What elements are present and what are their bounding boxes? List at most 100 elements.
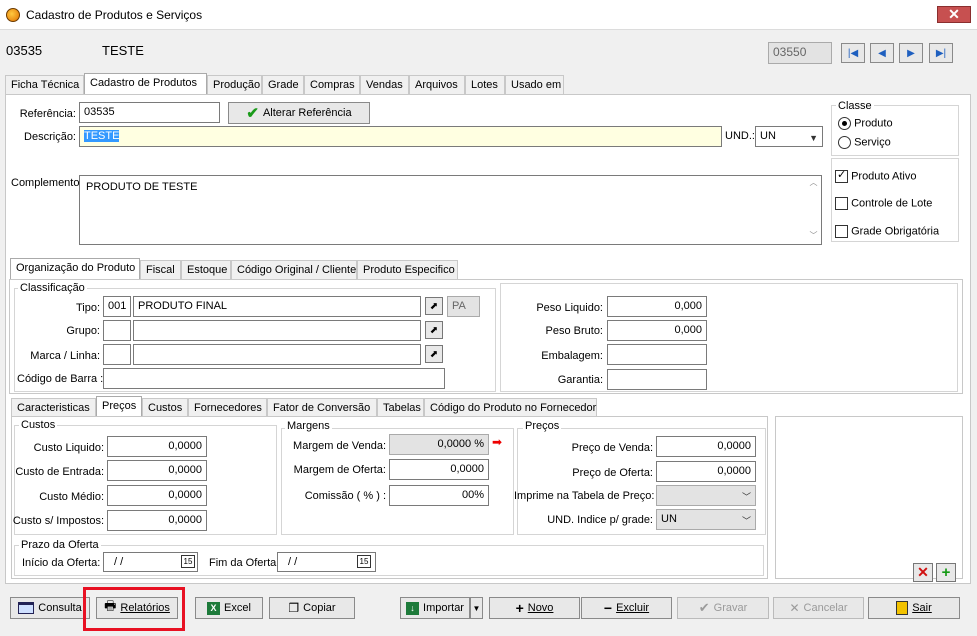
tab-codigo-original[interactable]: Código Original / Cliente [231, 260, 357, 279]
plus-icon: + [515, 600, 524, 616]
consulta-button[interactable]: Consulta [10, 597, 90, 619]
copiar-button[interactable]: ❐ Copiar [269, 597, 355, 619]
close-button[interactable]: ✕ [937, 6, 971, 23]
remove-image-icon[interactable]: ✕ [913, 563, 933, 582]
marca-name-field[interactable] [133, 344, 421, 365]
radio-produto[interactable]: Produto [838, 117, 893, 130]
codigo-barra-field[interactable] [103, 368, 445, 389]
tab-estoque[interactable]: Estoque [181, 260, 231, 279]
radio-servico-icon[interactable] [838, 136, 851, 149]
tab-vendas[interactable]: Vendas [360, 75, 409, 94]
tipo-lookup-icon[interactable]: ⬈ [425, 297, 443, 315]
tab-codigo-fornecedor[interactable]: Código do Produto no Fornecedor [424, 398, 597, 417]
tab-fiscal[interactable]: Fiscal [140, 260, 181, 279]
custo-liquido-label: Custo Liquido: [33, 442, 104, 454]
margem-calc-icon[interactable]: ➡ [492, 435, 512, 453]
und-grade-select[interactable]: UN ﹀ [656, 509, 756, 530]
alterar-referencia-button[interactable]: ✔ Alterar Referência [228, 102, 370, 124]
grupo-code-field[interactable] [103, 320, 131, 341]
grupo-lookup-icon[interactable]: ⬈ [425, 321, 443, 339]
last-record-icon[interactable]: ▶| [929, 43, 953, 63]
tab-arquivos[interactable]: Arquivos [409, 75, 465, 94]
previous-record-icon[interactable]: ◀ [870, 43, 894, 63]
custo-liquido-field[interactable]: 0,0000 [107, 436, 207, 457]
next-record-icon[interactable]: ▶ [899, 43, 923, 63]
calendar-icon[interactable]: 15 [181, 555, 195, 568]
checkbox-controle-lote[interactable]: Controle de Lote [835, 197, 932, 210]
product-image-area[interactable] [775, 416, 963, 579]
check-icon: ✔ [698, 600, 710, 615]
tab-ficha-tecnica[interactable]: Ficha Técnica [5, 75, 84, 94]
tab-tabelas[interactable]: Tabelas [377, 398, 424, 417]
gravar-label: Gravar [713, 602, 748, 614]
checkbox-icon[interactable] [835, 225, 848, 238]
add-image-icon[interactable]: + [936, 563, 956, 582]
sair-button[interactable]: Sair [868, 597, 960, 619]
precos-title: Preços [523, 420, 562, 432]
inicio-oferta-value: / / [114, 556, 124, 568]
scroll-up-icon[interactable]: ︿ [807, 177, 820, 188]
complemento-textarea[interactable]: PRODUTO DE TESTE [79, 175, 822, 245]
checkbox-grade-obrigatoria[interactable]: Grade Obrigatória [835, 225, 939, 238]
margem-oferta-field[interactable]: 0,0000 [389, 459, 489, 480]
radio-servico-label: Serviço [854, 136, 891, 149]
tab-fator-conversao[interactable]: Fator de Conversão [267, 398, 377, 417]
und-select[interactable]: UN ▼ [755, 126, 823, 147]
embalagem-label: Embalagem: [541, 350, 603, 362]
novo-button[interactable]: + Novo [489, 597, 580, 619]
cancel-icon: ✕ [789, 601, 800, 615]
excel-button[interactable]: X Excel [195, 597, 263, 619]
tab-lotes[interactable]: Lotes [465, 75, 505, 94]
gravar-button[interactable]: ✔ Gravar [677, 597, 769, 619]
tab-producao[interactable]: Produção [207, 75, 262, 94]
peso-liquido-field[interactable]: 0,000 [607, 296, 707, 317]
radio-produto-icon[interactable] [838, 117, 851, 130]
consulta-label: Consulta [38, 602, 82, 614]
marca-code-field[interactable] [103, 344, 131, 365]
radio-servico[interactable]: Serviço [838, 136, 891, 149]
tab-compras[interactable]: Compras [304, 75, 360, 94]
comissao-field[interactable]: 00% [389, 485, 489, 506]
peso-bruto-field[interactable]: 0,000 [607, 320, 707, 341]
scroll-down-icon[interactable]: ﹀ [807, 230, 820, 241]
grupo-name-field[interactable] [133, 320, 421, 341]
imprime-tabela-select[interactable]: ﹀ [656, 485, 756, 506]
custo-medio-field[interactable]: 0,0000 [107, 485, 207, 506]
preco-oferta-field[interactable]: 0,0000 [656, 461, 756, 482]
precos-tabs: Caracteristicas Preços Custos Fornecedor… [11, 396, 771, 418]
importar-button[interactable]: ↓ Importar [400, 597, 470, 619]
margem-oferta-label: Margem de Oferta: [293, 464, 386, 476]
cancelar-button[interactable]: ✕ Cancelar [773, 597, 864, 619]
importar-dropdown-icon[interactable]: ▼ [470, 597, 483, 619]
first-record-icon[interactable]: |◀ [841, 43, 865, 63]
tab-precos[interactable]: Preços [96, 396, 142, 417]
checkbox-icon[interactable] [835, 197, 848, 210]
complemento-scrollbar[interactable]: ︿ ﹀ [807, 177, 820, 243]
garantia-field[interactable] [607, 369, 707, 390]
tab-custos[interactable]: Custos [142, 398, 188, 417]
alterar-referencia-label: Alterar Referência [262, 107, 352, 119]
tipo-name-field[interactable]: PRODUTO FINAL [133, 296, 421, 317]
tab-usado-em[interactable]: Usado em [505, 75, 564, 94]
preco-venda-field[interactable]: 0,0000 [656, 436, 756, 457]
record-number-field[interactable]: 03550 [768, 42, 832, 64]
tab-grade[interactable]: Grade [262, 75, 304, 94]
tab-cadastro-produtos[interactable]: Cadastro de Produtos [84, 73, 207, 94]
custo-entrada-field[interactable]: 0,0000 [107, 460, 207, 481]
descricao-field[interactable]: TESTE [79, 126, 722, 147]
custo-medio-label: Custo Médio: [39, 491, 104, 503]
calendar-icon[interactable]: 15 [357, 555, 371, 568]
marca-lookup-icon[interactable]: ⬈ [425, 345, 443, 363]
custo-impostos-field[interactable]: 0,0000 [107, 510, 207, 531]
excel-icon: X [207, 601, 221, 615]
checkbox-checked-icon[interactable]: ✓ [835, 169, 848, 183]
excluir-button[interactable]: − Excluir [581, 597, 672, 619]
tab-caracteristicas[interactable]: Caracteristicas [11, 398, 96, 417]
tab-organizacao-produto[interactable]: Organização do Produto [10, 258, 140, 279]
referencia-field[interactable]: 03535 [79, 102, 220, 123]
embalagem-field[interactable] [607, 344, 707, 365]
tab-fornecedores[interactable]: Fornecedores [188, 398, 267, 417]
tab-produto-especifico[interactable]: Produto Especifico [357, 260, 458, 279]
tipo-code-field[interactable]: 001 [103, 296, 131, 317]
checkbox-produto-ativo[interactable]: ✓ Produto Ativo [835, 169, 917, 183]
